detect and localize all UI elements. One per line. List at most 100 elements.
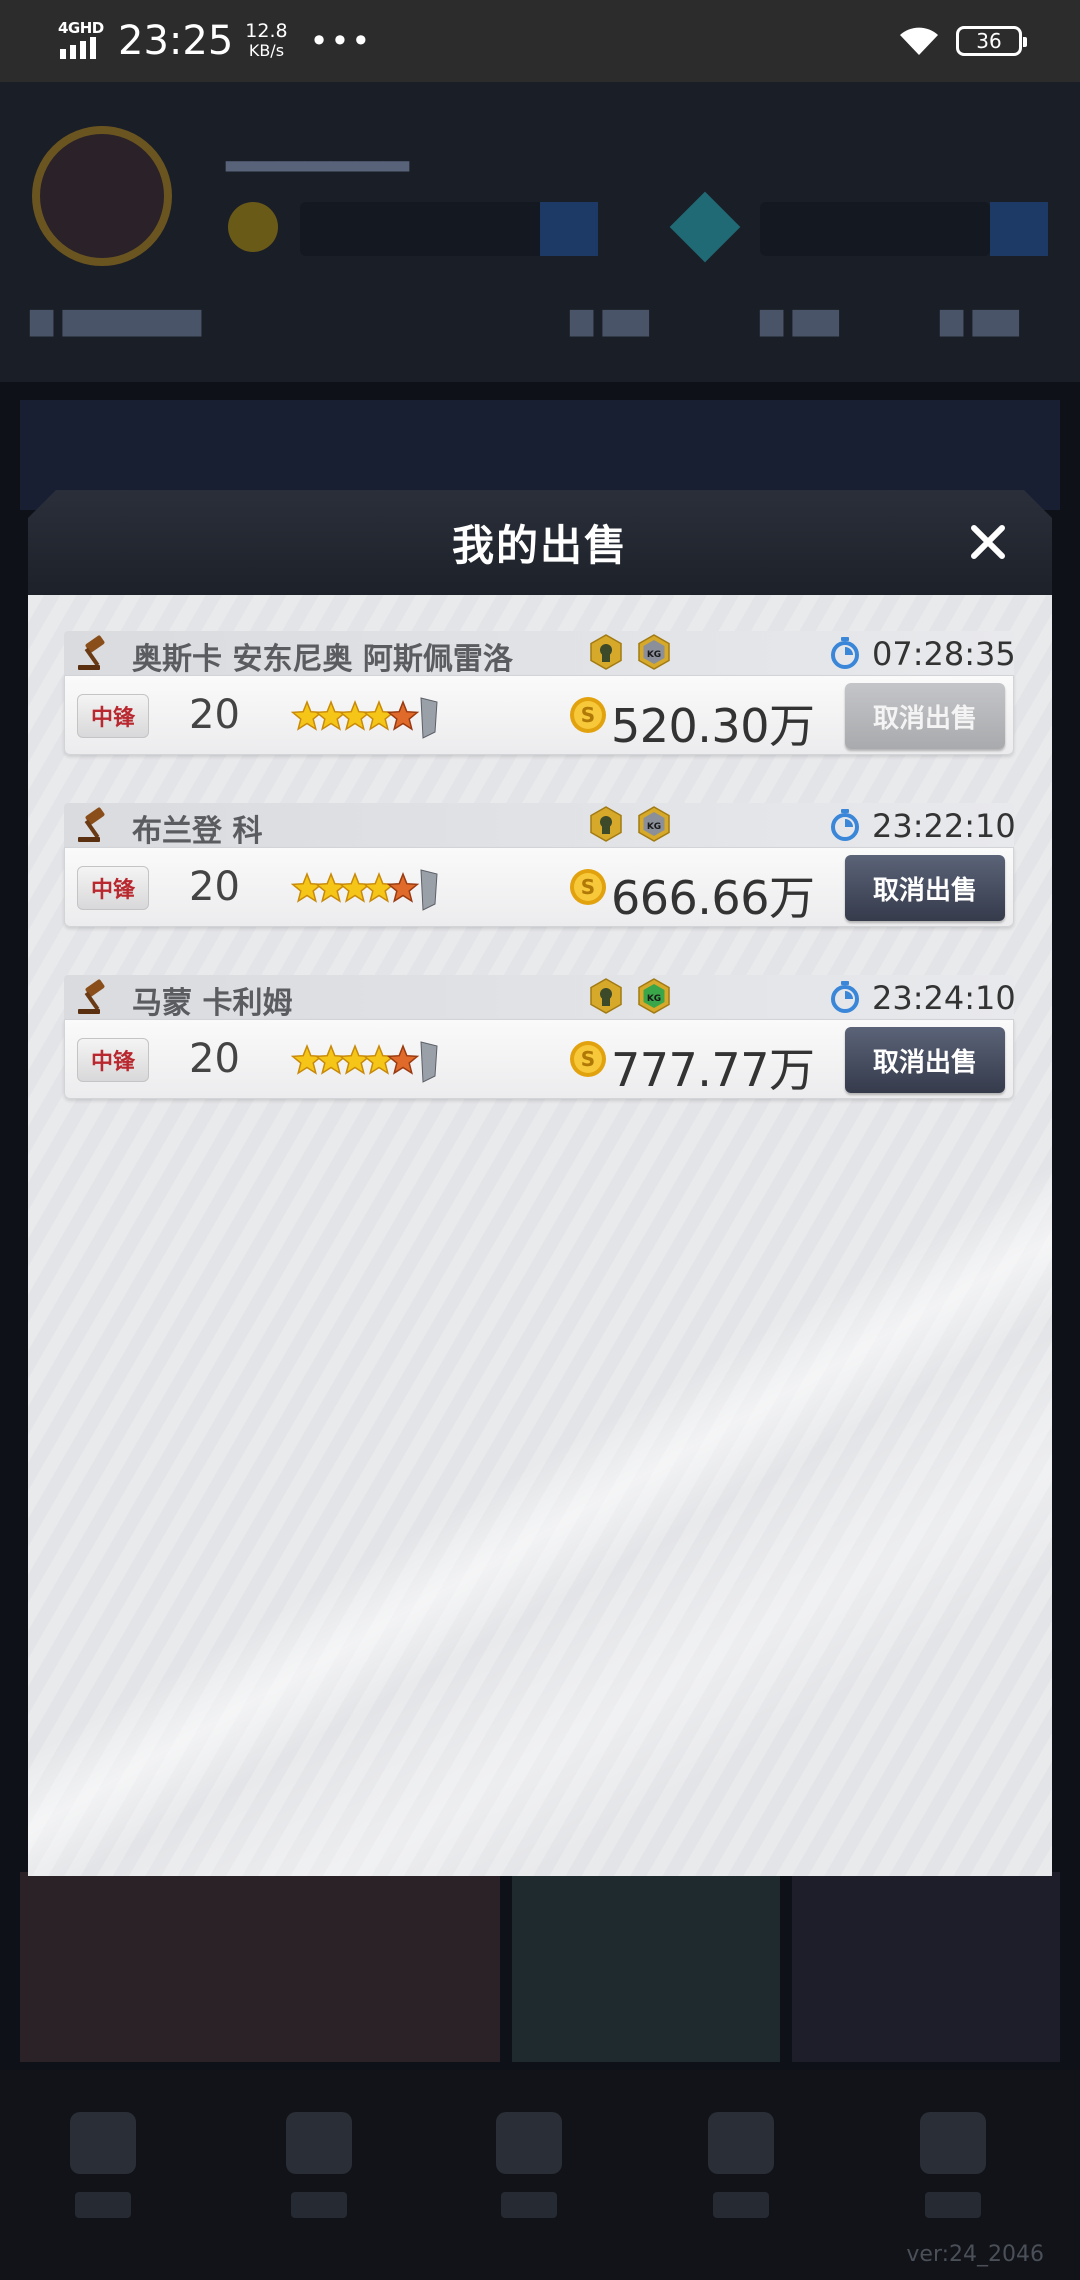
wifi-icon (900, 27, 938, 55)
add-coins-button (540, 202, 598, 256)
star-full-icon (314, 699, 348, 731)
tab-blurred-5 (918, 2112, 988, 2232)
rating-edge-icon (420, 697, 438, 739)
dialog-header: 我的出售 (28, 490, 1052, 595)
position-tag: 中锋 (77, 1038, 149, 1082)
network-speed: 12.8 KB/s (245, 20, 288, 61)
star-full-icon (362, 699, 396, 731)
svg-text:KG: KG (647, 650, 661, 660)
sale-price: 777.77万 (611, 1043, 815, 1097)
more-notifications-icon: ••• (309, 22, 373, 60)
player-level: 20 (189, 864, 240, 910)
time-remaining: 23:24:10 (872, 979, 1016, 1017)
star-rating (291, 697, 438, 739)
clock: 23:25 (118, 18, 234, 64)
kg-badge-icon: KG (638, 634, 670, 670)
star-half-icon (386, 871, 420, 903)
gavel-icon (78, 979, 105, 1014)
kg-badge-icon: KG (638, 978, 670, 1014)
player-level: 20 (189, 692, 240, 738)
star-full-icon (362, 1043, 396, 1075)
player-name: 布兰登 科 (132, 814, 263, 849)
listing-header: 奥斯卡 安东尼奥 阿斯佩雷洛 KG 07:28:35 (64, 631, 1016, 677)
coin-icon (228, 202, 278, 252)
close-icon (971, 525, 1005, 559)
star-full-icon (291, 1043, 324, 1075)
star-rating (291, 1041, 438, 1083)
svg-text:KG: KG (647, 994, 661, 1004)
svg-text:S: S (581, 875, 595, 899)
svg-text:KG: KG (647, 822, 661, 832)
my-sales-dialog: 我的出售 奥斯卡 安东尼奥 阿斯佩雷洛 KG 07:28:35 中锋 20 S … (28, 490, 1052, 1876)
tab-blurred-4 (706, 2112, 776, 2232)
star-half-icon (386, 699, 420, 731)
player-name: 马蒙 卡利姆 (132, 986, 293, 1021)
status-bar: 4GHD 23:25 12.8 KB/s ••• 36 (0, 0, 1080, 82)
network-type: 4GHD (58, 19, 104, 37)
star-half-icon (386, 1043, 420, 1075)
timer-icon (831, 637, 859, 669)
position-tag: 中锋 (77, 694, 149, 738)
listing-details: 中锋 20 S 777.77万 取消出售 (64, 1019, 1014, 1099)
star-rating (291, 869, 438, 911)
time-remaining: 07:28:35 (872, 635, 1016, 673)
rating-edge-icon (420, 1041, 438, 1083)
position-tag: 中锋 (77, 866, 149, 910)
dialog-title: 我的出售 (451, 521, 628, 570)
background-menu-left: ▆ ▆▆▆▆▆▆ (30, 302, 202, 337)
gavel-icon (78, 635, 105, 670)
battery-icon: 36 (956, 26, 1027, 56)
coin-icon: S (570, 697, 606, 733)
battery-level: 36 (976, 29, 1002, 53)
tab-blurred-1 (68, 2112, 138, 2232)
gavel-icon (78, 807, 105, 842)
timer-icon (831, 809, 859, 841)
dialog-body: 奥斯卡 安东尼奥 阿斯佩雷洛 KG 07:28:35 中锋 20 S 520.3… (28, 595, 1052, 1876)
avatar (32, 126, 172, 266)
star-full-icon (314, 1043, 348, 1075)
version-label: ver:24_2046 (906, 2242, 1044, 2267)
sale-listing-1: 奥斯卡 安东尼奥 阿斯佩雷洛 KG 07:28:35 中锋 20 S 520.3… (64, 631, 1016, 755)
coin-icon: S (570, 869, 606, 905)
listing-details: 中锋 20 S 520.30万 取消出售 (64, 675, 1014, 755)
star-full-icon (338, 871, 372, 903)
network-speed-unit: KB/s (248, 41, 285, 60)
sale-listing-2: 布兰登 科 KG 23:22:10 中锋 20 S 666.66万 取消出售 (64, 803, 1016, 927)
sale-listing-3: 马蒙 卡利姆 KG 23:24:10 中锋 20 S 777.77万 取消出售 (64, 975, 1016, 1099)
gem-icon (669, 191, 741, 263)
add-gems-button (990, 202, 1048, 256)
tab-blurred-2 (284, 2112, 354, 2232)
close-button[interactable] (964, 518, 1012, 566)
signal-icon: 4GHD (58, 19, 104, 61)
sale-price: 666.66万 (611, 871, 815, 925)
svg-text:S: S (581, 1047, 595, 1071)
player-badge-icon (590, 634, 622, 670)
listing-details: 中锋 20 S 666.66万 取消出售 (64, 847, 1014, 927)
star-full-icon (338, 699, 372, 731)
star-full-icon (314, 871, 348, 903)
tab-blurred-3 (494, 2112, 564, 2232)
player-badge-icon (590, 806, 622, 842)
timer-icon (831, 981, 859, 1013)
star-full-icon (291, 871, 324, 903)
svg-text:S: S (581, 703, 595, 727)
player-level: 20 (189, 1036, 240, 1082)
sale-price: 520.30万 (611, 699, 815, 753)
time-remaining: 23:22:10 (872, 807, 1016, 845)
cancel-sale-button[interactable]: 取消出售 (845, 855, 1005, 921)
username-blurred: ▂▂▂▂▂▂▂ (226, 132, 410, 172)
cancel-sale-button[interactable]: 取消出售 (845, 1027, 1005, 1093)
cancel-sale-button[interactable]: 取消出售 (845, 683, 1005, 749)
background-header: ▂▂▂▂▂▂▂ ▆ ▆▆▆▆▆▆ ▆ ▆▆ ▆ ▆▆ ▆ ▆▆ (0, 82, 1080, 382)
listing-header: 马蒙 卡利姆 KG 23:24:10 (64, 975, 1016, 1021)
rating-edge-icon (420, 869, 438, 911)
star-full-icon (338, 1043, 372, 1075)
network-speed-value: 12.8 (245, 20, 288, 42)
coin-icon: S (570, 1041, 606, 1077)
player-badge-icon (590, 978, 622, 1014)
player-name: 奥斯卡 安东尼奥 阿斯佩雷洛 (132, 642, 513, 677)
listing-header: 布兰登 科 KG 23:22:10 (64, 803, 1016, 849)
kg-badge-icon: KG (638, 806, 670, 842)
star-full-icon (362, 871, 396, 903)
star-full-icon (291, 699, 324, 731)
